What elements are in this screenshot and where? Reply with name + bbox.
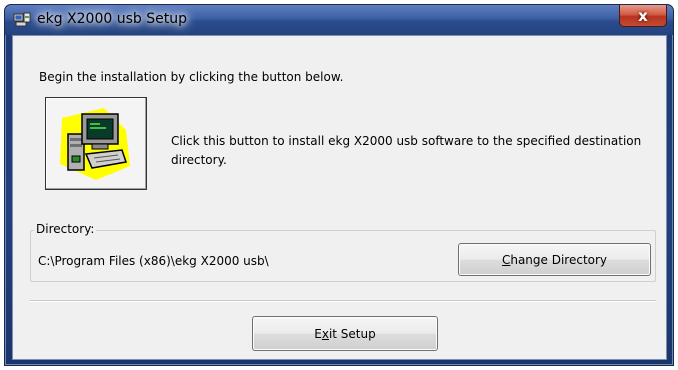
- install-description: Click this button to install ekg X2000 u…: [171, 134, 642, 167]
- separator: [30, 300, 656, 302]
- install-button[interactable]: [45, 97, 147, 190]
- exit-accel: x: [321, 326, 329, 341]
- change-directory-accel: C: [501, 252, 511, 267]
- install-computer-icon: [60, 108, 130, 180]
- exit-label-end: it Setup: [328, 326, 376, 341]
- close-button[interactable]: x: [619, 5, 667, 27]
- directory-label: Directory:: [34, 222, 97, 236]
- dialog-client-area: Begin the installation by clicking the b…: [12, 35, 667, 360]
- close-icon: x: [638, 6, 648, 25]
- directory-path: C:\Program Files (x86)\ekg X2000 usb\: [38, 254, 269, 268]
- window-title: ekg X2000 usb Setup: [37, 11, 187, 27]
- change-directory-button[interactable]: Change Directory: [458, 243, 651, 276]
- title-bar[interactable]: ekg X2000 usb Setup x: [5, 5, 673, 35]
- setup-window: ekg X2000 usb Setup x Begin the installa…: [4, 4, 674, 366]
- intro-text: Begin the installation by clicking the b…: [39, 70, 344, 84]
- change-directory-label: hange Directory: [510, 252, 608, 267]
- exit-setup-button[interactable]: Ex it Setup: [252, 316, 438, 351]
- setup-computer-icon: [13, 12, 31, 28]
- exit-label-start: E: [314, 326, 322, 341]
